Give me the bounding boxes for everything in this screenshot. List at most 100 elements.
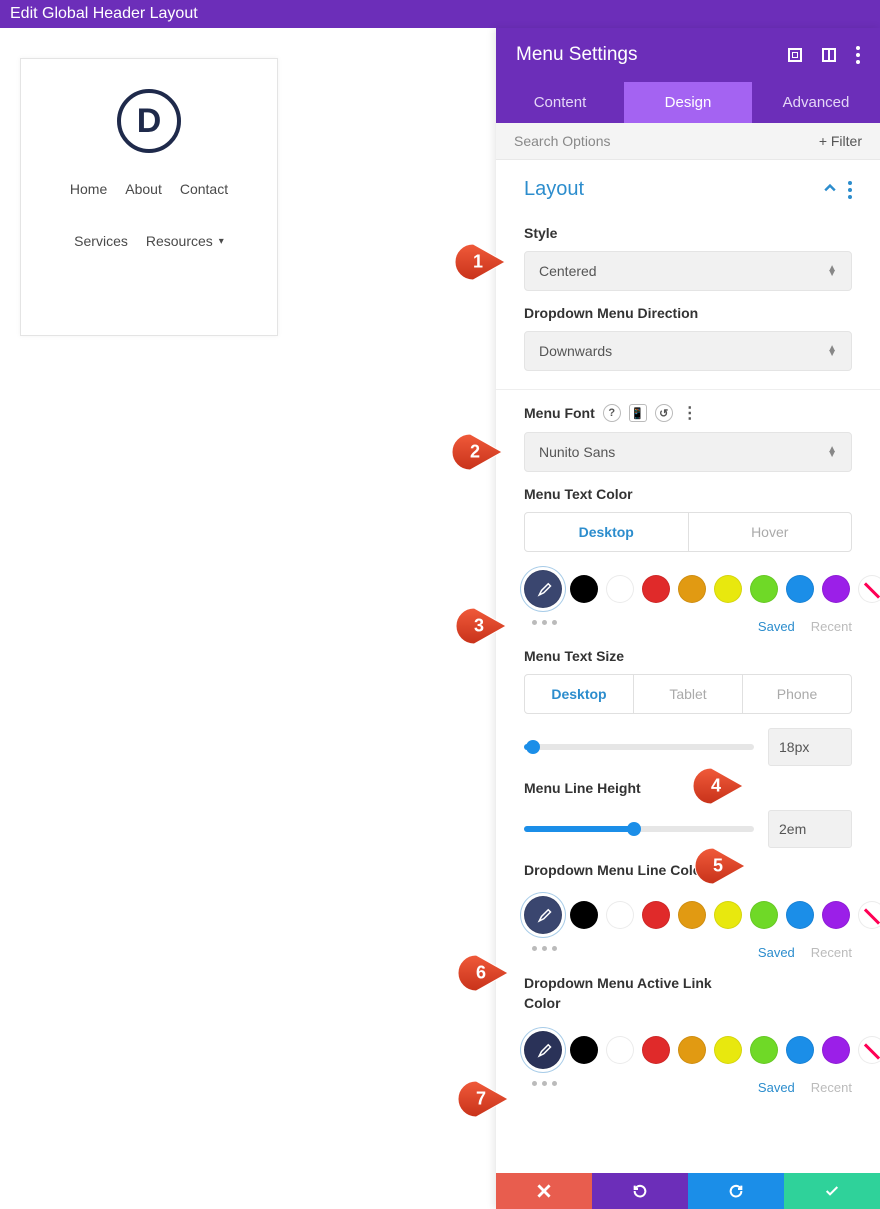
- swatch-yellow[interactable]: [714, 901, 742, 929]
- tab-desktop[interactable]: Desktop: [525, 513, 689, 551]
- main-area: D Home About Contact Services Resources …: [0, 28, 880, 1209]
- panel-header-icons: [788, 46, 860, 64]
- swatch-white[interactable]: [606, 901, 634, 929]
- saved-recent-row: Saved Recent: [524, 619, 852, 634]
- swatch-blue[interactable]: [786, 901, 814, 929]
- swatch-none[interactable]: [858, 1036, 880, 1064]
- swatch-white[interactable]: [606, 575, 634, 603]
- swatch-red[interactable]: [642, 901, 670, 929]
- lineheight-slider[interactable]: [524, 826, 754, 832]
- textsize-slider[interactable]: [524, 744, 754, 750]
- recent-link[interactable]: Recent: [811, 1080, 852, 1095]
- swatch-white[interactable]: [606, 1036, 634, 1064]
- confirm-button[interactable]: [784, 1173, 880, 1209]
- tab-size-tablet[interactable]: Tablet: [634, 675, 743, 713]
- menu-item-home[interactable]: Home: [70, 181, 107, 197]
- chevron-down-icon: ▾: [219, 236, 224, 247]
- swatch-orange[interactable]: [678, 901, 706, 929]
- swatch-black[interactable]: [570, 1036, 598, 1064]
- eyedropper-picker[interactable]: [524, 896, 562, 934]
- chevron-up-icon[interactable]: [824, 181, 836, 199]
- section-menu-icon[interactable]: [848, 181, 852, 199]
- columns-icon[interactable]: [822, 48, 836, 62]
- swatch-purple[interactable]: [822, 1036, 850, 1064]
- eyedropper-picker[interactable]: [524, 1031, 562, 1069]
- slider-text-size: 18px: [524, 728, 852, 766]
- phone-icon[interactable]: 📱: [629, 404, 647, 422]
- recent-link[interactable]: Recent: [811, 619, 852, 634]
- filter-bar: Search Options + Filter: [496, 123, 880, 160]
- swatch-none[interactable]: [858, 575, 880, 603]
- tab-content[interactable]: Content: [496, 82, 624, 123]
- topbar: Edit Global Header Layout: [0, 0, 880, 28]
- settings-panel: Menu Settings Content Design Advanced Se…: [496, 28, 880, 1209]
- section-layout-title: Layout: [524, 178, 584, 201]
- textsize-value[interactable]: 18px: [768, 728, 852, 766]
- swatch-orange[interactable]: [678, 1036, 706, 1064]
- menu-item-about[interactable]: About: [125, 181, 162, 197]
- caret-icon: ▲▼: [827, 346, 837, 356]
- tab-size-phone[interactable]: Phone: [743, 675, 851, 713]
- swatches-dd-line: [524, 896, 852, 934]
- swatch-orange[interactable]: [678, 575, 706, 603]
- swatch-red[interactable]: [642, 575, 670, 603]
- saved-link[interactable]: Saved: [758, 1080, 795, 1095]
- undo-button[interactable]: [592, 1173, 688, 1209]
- label-menu-font: Menu Font ? 📱 ↺ ⋮: [524, 404, 852, 422]
- help-icon[interactable]: ?: [603, 404, 621, 422]
- section-layout-header[interactable]: Layout: [496, 160, 880, 211]
- settings-tabs: Content Design Advanced: [496, 82, 880, 123]
- swatch-black[interactable]: [570, 901, 598, 929]
- expand-icon[interactable]: [788, 48, 802, 62]
- settings-scroll[interactable]: Layout Style Centered ▲▼ Dropdown Menu D…: [496, 160, 880, 1209]
- redo-button[interactable]: [688, 1173, 784, 1209]
- menu-item-resources[interactable]: Resources ▾: [146, 233, 224, 249]
- menu-item-services[interactable]: Services: [74, 233, 128, 249]
- swatch-green[interactable]: [750, 575, 778, 603]
- tab-advanced[interactable]: Advanced: [752, 82, 880, 123]
- preview-card: D Home About Contact Services Resources …: [20, 58, 278, 336]
- swatch-blue[interactable]: [786, 1036, 814, 1064]
- eyedropper-picker[interactable]: [524, 570, 562, 608]
- text-color-tabs: Desktop Hover: [524, 512, 852, 552]
- select-direction[interactable]: Downwards ▲▼: [524, 331, 852, 371]
- tab-hover[interactable]: Hover: [689, 513, 852, 551]
- tab-design[interactable]: Design: [624, 82, 752, 123]
- filter-button[interactable]: + Filter: [819, 133, 862, 149]
- swatch-purple[interactable]: [822, 575, 850, 603]
- swatch-green[interactable]: [750, 901, 778, 929]
- search-options[interactable]: Search Options: [514, 133, 611, 149]
- label-direction: Dropdown Menu Direction: [524, 305, 852, 321]
- slider-knob-icon[interactable]: [627, 822, 641, 836]
- menu-dots-icon[interactable]: [856, 46, 860, 64]
- swatch-blue[interactable]: [786, 575, 814, 603]
- panel-header: Menu Settings: [496, 28, 880, 82]
- select-font[interactable]: Nunito Sans ▲▼: [524, 432, 852, 472]
- swatch-green[interactable]: [750, 1036, 778, 1064]
- swatch-none[interactable]: [858, 901, 880, 929]
- label-line-height: Menu Line Height: [524, 780, 852, 796]
- label-style: Style: [524, 225, 852, 241]
- recent-link[interactable]: Recent: [811, 945, 852, 960]
- slider-knob-icon[interactable]: [526, 740, 540, 754]
- swatch-red[interactable]: [642, 1036, 670, 1064]
- saved-link[interactable]: Saved: [758, 619, 795, 634]
- tab-size-desktop[interactable]: Desktop: [525, 675, 634, 713]
- saved-link[interactable]: Saved: [758, 945, 795, 960]
- lineheight-value[interactable]: 2em: [768, 810, 852, 848]
- close-button[interactable]: [496, 1173, 592, 1209]
- swatch-purple[interactable]: [822, 901, 850, 929]
- reset-icon[interactable]: ↺: [655, 404, 673, 422]
- preview-pane: D Home About Contact Services Resources …: [0, 28, 496, 1209]
- preview-menu: Home About Contact: [31, 181, 267, 197]
- swatches-dd-active: [524, 1031, 852, 1069]
- label-dd-active-color: Dropdown Menu Active Link Color: [524, 974, 724, 1013]
- swatch-yellow[interactable]: [714, 1036, 742, 1064]
- swatch-black[interactable]: [570, 575, 598, 603]
- logo-icon: D: [117, 89, 181, 153]
- menu-item-contact[interactable]: Contact: [180, 181, 228, 197]
- more-icon[interactable]: ⋮: [681, 404, 699, 422]
- select-style[interactable]: Centered ▲▼: [524, 251, 852, 291]
- group-font: Menu Font ? 📱 ↺ ⋮ Nunito Sans ▲▼ Menu Te…: [496, 404, 880, 1113]
- swatch-yellow[interactable]: [714, 575, 742, 603]
